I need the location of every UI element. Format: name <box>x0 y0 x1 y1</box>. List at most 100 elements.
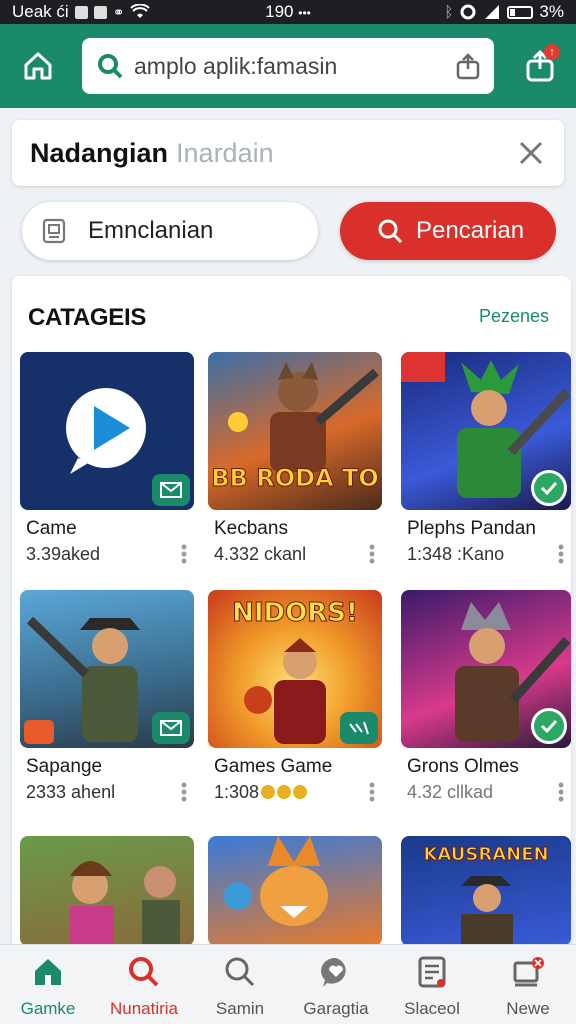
app-meta: 3.39aked <box>26 544 101 564</box>
app-thumbnail <box>401 352 571 510</box>
search-card-placeholder: Inardain <box>176 137 274 168</box>
nav-label: Slaceol <box>404 999 460 1018</box>
search-icon <box>129 957 159 987</box>
more-options-icon[interactable]: • • • <box>557 538 565 570</box>
app-meta: 1:308 <box>214 782 308 803</box>
section-title: CATAGEIS <box>28 304 147 331</box>
nav-label: Newe <box>506 999 550 1018</box>
home-button[interactable] <box>18 46 58 86</box>
app-header: ↑ <box>0 24 576 108</box>
mail-badge-icon <box>152 712 190 744</box>
app-tile[interactable]: KAUSRANEN <box>401 836 571 946</box>
app-tile[interactable]: NIDORS! Games Game 1:308 • • • <box>208 590 382 808</box>
app-tile[interactable]: Grons Olmes 4.32 cllkad • • • <box>401 590 571 808</box>
coin-icon <box>293 785 308 799</box>
close-icon[interactable] <box>516 138 546 168</box>
search-icon <box>98 54 123 79</box>
data-saver-icon <box>460 4 476 20</box>
app-tile[interactable]: Sapange 2333 ahenl • • • <box>20 590 194 808</box>
home-icon <box>35 959 61 985</box>
app-thumbnail <box>20 590 194 748</box>
search-bar[interactable] <box>82 38 494 94</box>
app-meta-text: 1:308 <box>214 782 260 802</box>
signal-icon <box>485 5 500 19</box>
more-options-icon[interactable]: • • • <box>180 776 188 808</box>
search-card-title: Nadangian <box>30 137 169 168</box>
document-icon <box>418 956 446 988</box>
nav-item-slaceol[interactable]: Slaceol <box>384 945 480 1024</box>
app-banner-text: BB RODA TO <box>211 464 379 493</box>
emnclanian-label: Emnclanian <box>88 217 214 244</box>
pencarian-button[interactable]: Pencarian <box>340 202 556 260</box>
app-name: Sapange <box>26 756 103 777</box>
app-tile[interactable]: Came 3.39aked • • • <box>20 352 194 570</box>
header-share-button[interactable]: ↑ <box>518 44 562 88</box>
nav-item-nunatiria[interactable]: Nunatiria <box>96 945 192 1024</box>
more-options-icon[interactable]: • • • <box>368 538 376 570</box>
more-options-icon[interactable]: • • • <box>180 538 188 570</box>
ribbon-badge <box>401 352 445 382</box>
app-thumbnail <box>401 590 571 748</box>
more-options-icon[interactable]: • • • <box>368 776 376 808</box>
app-tile[interactable]: BB RODA TO Kecbans 4.332 ckanl • • • <box>208 352 382 570</box>
share-icon[interactable] <box>454 52 482 80</box>
see-more-link[interactable]: Pezenes <box>479 306 549 327</box>
status-bar: Ueak ći ⚭ 190 ••• ᛒ 3% <box>0 0 576 24</box>
pencarian-label: Pencarian <box>416 217 525 244</box>
app-thumbnail <box>20 352 194 510</box>
chat-heart-icon <box>321 957 346 987</box>
status-carrier: Ueak ći <box>12 2 69 21</box>
notification-icon <box>93 5 107 19</box>
app-tile[interactable]: Plephs Pandan 1:348 :Kano • • • <box>401 352 571 570</box>
search-icon <box>225 957 255 987</box>
app-meta: 2333 ahenl <box>26 782 116 802</box>
bluetooth-icon: ᛒ <box>444 3 454 21</box>
emnclanian-button[interactable]: Emnclanian <box>22 202 318 260</box>
nav-item-garagtia[interactable]: Garagtia <box>288 945 384 1024</box>
wifi-icon <box>130 4 151 18</box>
app-thumbnail: NIDORS! <box>208 590 382 748</box>
nav-label: Nunatiria <box>109 999 179 1018</box>
search-icon <box>378 219 403 244</box>
app-name: Came <box>26 518 77 539</box>
usb-icon: ⚭ <box>112 3 125 20</box>
more-options-icon[interactable]: • • • <box>557 776 565 808</box>
battery-level: 3% <box>539 2 564 21</box>
nav-item-newe[interactable]: Newe <box>480 945 576 1024</box>
device-icon <box>513 957 544 987</box>
nav-label: Samin <box>215 999 265 1018</box>
coin-icon <box>261 785 276 799</box>
game-character-illustration <box>461 876 513 946</box>
nav-label: Garagtia <box>303 999 369 1018</box>
game-character-illustration <box>70 861 180 946</box>
mail-badge-icon <box>152 474 190 506</box>
app-name: Plephs Pandan <box>407 518 536 539</box>
app-meta: 4.32 cllkad <box>407 782 494 802</box>
app-name: Grons Olmes <box>407 756 519 777</box>
search-input[interactable] <box>134 52 434 80</box>
app-meta: 4.332 ckanl <box>214 544 307 564</box>
nav-item-gamke[interactable]: Gamke <box>0 945 96 1024</box>
battery-icon <box>507 5 534 19</box>
categories-card: CATAGEIS Pezenes Came 3.39aked • • • BB … <box>12 276 571 976</box>
notification-badge: ↑ <box>544 44 560 60</box>
search-card[interactable]: Nadangian Inardain <box>12 120 564 186</box>
nav-item-samin[interactable]: Samin <box>192 945 288 1024</box>
fox-character-illustration <box>224 836 328 926</box>
check-badge-icon <box>531 708 567 744</box>
check-badge-icon <box>531 470 567 506</box>
chart-badge-icon <box>340 712 378 744</box>
app-tile[interactable] <box>208 836 382 946</box>
toolbox-badge-icon <box>24 720 54 744</box>
app-thumbnail <box>20 836 194 946</box>
app-thumbnail <box>208 836 382 946</box>
notification-icon <box>74 5 88 19</box>
document-icon <box>42 218 66 244</box>
app-meta: 1:348 :Kano <box>407 544 505 564</box>
app-name: Games Game <box>214 756 333 777</box>
app-name: Kecbans <box>214 518 288 539</box>
bottom-navigation: Gamke Nunatiria Samin Garagtia Slaceol N… <box>0 944 576 1024</box>
app-tile[interactable] <box>20 836 194 946</box>
nav-label: Gamke <box>20 999 76 1018</box>
coin-icon <box>277 785 292 799</box>
